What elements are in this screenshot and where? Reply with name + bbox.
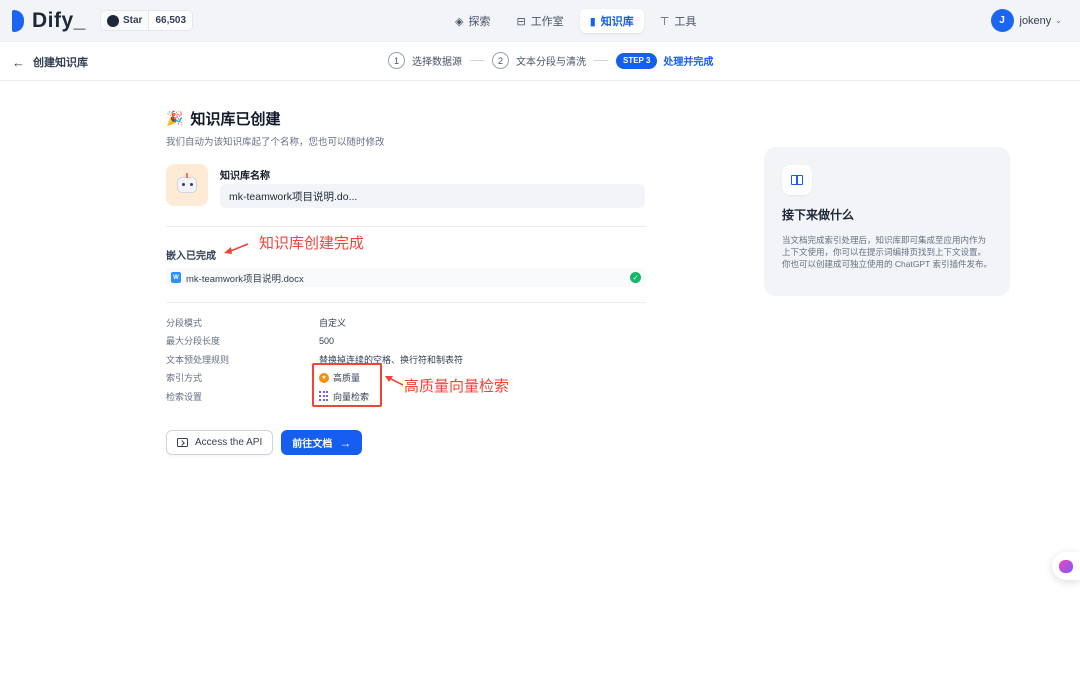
- step-separator: [594, 60, 608, 61]
- step-badge: STEP 3: [616, 52, 658, 69]
- access-api-button[interactable]: Access the API: [166, 430, 274, 455]
- divider: [166, 226, 646, 227]
- main-nav: ◈ 探索 ⊟ 工作室 ▮ 知识库 ⊤ 工具: [445, 9, 706, 33]
- github-star-widget[interactable]: Star 66,503: [100, 10, 194, 31]
- info-key: 文本预处理规则: [166, 354, 230, 365]
- compass-icon: ◈: [455, 15, 464, 28]
- step-indicator: 1 选择数据源 2 文本分段与清洗 STEP 3 处理并完成: [388, 52, 713, 69]
- main-content: 🎉 知识库已创建 我们自动为该知识库起了个名称，您也可以随时修改 知识库名称 m…: [166, 108, 646, 455]
- nav-tab-label: 知识库: [600, 16, 634, 28]
- annotation-kb-created: 知识库创建完成: [259, 234, 365, 252]
- next-steps-description: 当文档完成索引处理后，知识库即可集成至应用内作为上下文使用，你可以在提示词编排页…: [782, 235, 992, 269]
- info-key: 分段模式: [166, 317, 203, 328]
- file-row: W mk-teamwork项目说明.docx ✓: [166, 268, 646, 287]
- next-steps-card: 接下来做什么 当文档完成索引处理后，知识库即可集成至应用内作为上下文使用，你可以…: [764, 147, 1010, 296]
- step-3: STEP 3 处理并完成: [616, 52, 714, 69]
- github-icon: [107, 14, 119, 27]
- step-label: 文本分段与清洗: [516, 57, 586, 68]
- chevron-down-icon: ⌄: [1055, 16, 1062, 25]
- nav-tab-knowledge[interactable]: ▮ 知识库: [579, 9, 644, 33]
- info-key: 检索设置: [166, 391, 203, 402]
- next-steps-title: 接下来做什么: [782, 208, 855, 222]
- annotation-arrow-2: [385, 376, 404, 386]
- step-1: 1 选择数据源: [388, 52, 462, 69]
- kb-name-input[interactable]: mk-teamwork项目说明.do...: [220, 184, 645, 208]
- info-key: 最大分段长度: [166, 336, 221, 347]
- nav-tab-explore[interactable]: ◈ 探索: [445, 9, 500, 33]
- check-circle-icon: ✓: [630, 272, 641, 283]
- step-2: 2 文本分段与清洗: [492, 52, 586, 69]
- step-bar: ← 创建知识库 1 选择数据源 2 文本分段与清洗 STEP 3 处理并完成: [0, 42, 1080, 81]
- github-star-label: Star: [123, 15, 143, 26]
- logo-text: Dify_: [32, 9, 86, 32]
- info-row: 分段模式 自定义: [166, 313, 646, 332]
- word-file-icon: W: [171, 272, 181, 283]
- nav-tab-studio[interactable]: ⊟ 工作室: [506, 9, 573, 33]
- dify-logo[interactable]: Dify_: [12, 9, 86, 33]
- book-icon: ▮: [589, 15, 596, 28]
- go-to-documents-button[interactable]: 前往文档 →: [281, 430, 363, 455]
- embed-status-title: 嵌入已完成: [166, 251, 216, 262]
- step-label: 选择数据源: [412, 57, 462, 68]
- back-label: 创建知识库: [33, 57, 88, 69]
- hammer-icon: ⊤: [659, 15, 670, 28]
- step-separator: [470, 60, 484, 61]
- nav-tab-tools[interactable]: ⊤ 工具: [650, 9, 707, 33]
- top-nav-bar: Dify_ Star 66,503 ◈ 探索 ⊟ 工作室 ▮ 知识库 ⊤ 工具 …: [0, 0, 1080, 42]
- terminal-icon: [177, 438, 188, 447]
- action-buttons: Access the API 前往文档 →: [166, 430, 363, 455]
- book-icon: [782, 165, 812, 195]
- user-menu[interactable]: J jokeny ⌄: [990, 9, 1062, 32]
- annotation-hq-vector: 高质量向量检索: [404, 377, 510, 395]
- annotation-highlight-box: [312, 363, 382, 407]
- kb-avatar[interactable]: [166, 164, 208, 206]
- step-number: 1: [388, 52, 405, 69]
- info-value: 自定义: [319, 317, 347, 328]
- file-name: mk-teamwork项目说明.docx: [186, 273, 304, 285]
- page-title-text: 知识库已创建: [190, 111, 281, 128]
- nav-tab-label: 工作室: [530, 16, 564, 28]
- brain-assistant-button[interactable]: [1052, 552, 1080, 580]
- github-star-count: 66,503: [155, 15, 187, 26]
- avatar: J: [990, 9, 1014, 32]
- page-subtitle: 我们自动为该知识库起了个名称，您也可以随时修改: [166, 137, 385, 148]
- arrow-left-icon: ←: [12, 54, 25, 70]
- access-api-label: Access the API: [195, 437, 263, 448]
- party-popper-icon: 🎉: [166, 110, 184, 126]
- nav-tab-label: 工具: [674, 16, 697, 28]
- step-label: 处理并完成: [663, 57, 714, 68]
- info-row: 最大分段长度 500: [166, 332, 646, 351]
- kb-name-label: 知识库名称: [220, 171, 270, 182]
- page-title: 🎉 知识库已创建: [166, 108, 646, 129]
- step-number: 2: [492, 52, 509, 69]
- github-star-button[interactable]: Star: [101, 11, 150, 30]
- info-row: 文本预处理规则 替换掉连续的空格、换行符和制表符: [166, 350, 646, 369]
- user-name: jokeny: [1019, 14, 1052, 27]
- arrow-right-icon: →: [339, 435, 352, 450]
- robot-icon: [177, 173, 197, 193]
- annotation-arrow-1: [224, 243, 249, 254]
- go-to-documents-label: 前往文档: [292, 439, 333, 450]
- info-value: 500: [319, 335, 335, 346]
- dify-logo-icon: [12, 10, 24, 32]
- robot-icon: ⊟: [516, 15, 526, 28]
- nav-tab-label: 探索: [468, 16, 491, 28]
- brain-icon: [1059, 559, 1073, 573]
- divider: [166, 302, 646, 303]
- back-button[interactable]: ← 创建知识库: [12, 54, 88, 70]
- info-key: 索引方式: [166, 373, 203, 384]
